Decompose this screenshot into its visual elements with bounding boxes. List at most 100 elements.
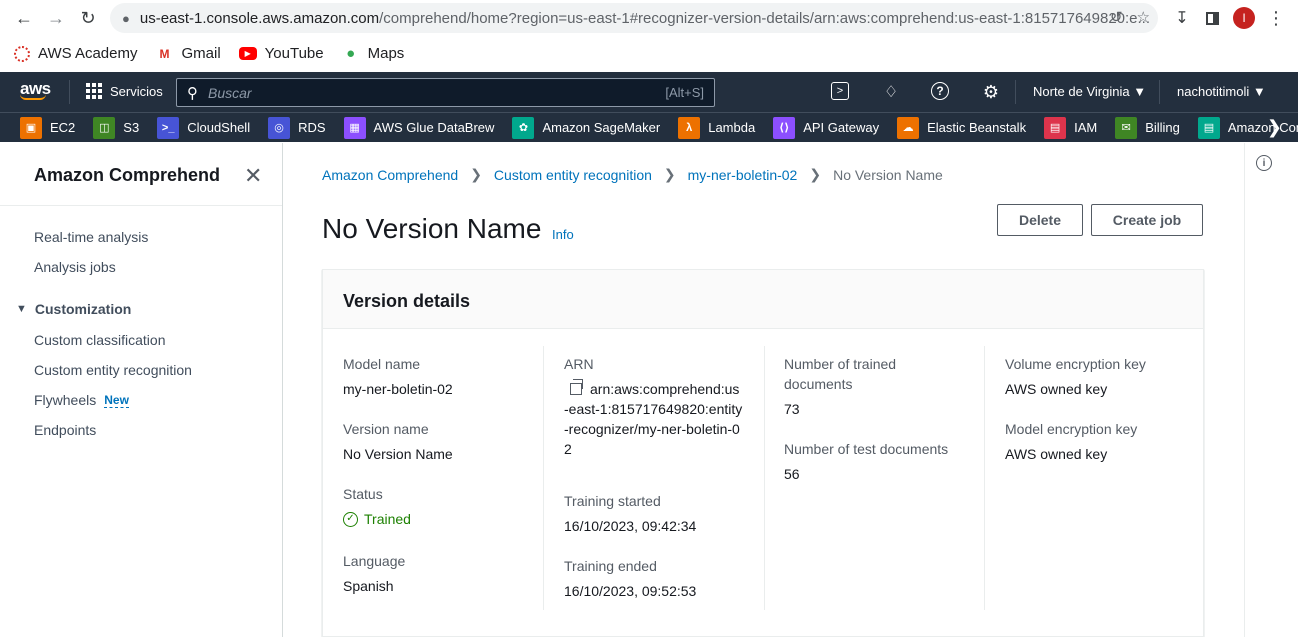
favorite-iam[interactable]: ▤ IAM	[1044, 116, 1097, 139]
trained-docs-value: 73	[784, 401, 800, 417]
nav-analysis-jobs[interactable]: Analysis jobs	[34, 259, 116, 275]
breadcrumb-current: No Version Name	[833, 166, 943, 183]
nav-custom-entity-recognition[interactable]: Custom entity recognition	[34, 362, 192, 378]
side-navigation: Amazon Comprehend ✕ Real-time analysis A…	[0, 143, 283, 637]
language-label: Language	[343, 553, 406, 569]
account-menu[interactable]: nachotitimoli ▼	[1177, 84, 1266, 99]
aws-academy-icon	[14, 45, 30, 62]
breadcrumb-recognizer[interactable]: my-ner-boletin-02	[688, 167, 798, 183]
favorite-amazon-compreh[interactable]: ▤Amazon Compreh	[1197, 116, 1298, 139]
version-name-label: Version name	[343, 421, 429, 437]
nav-section-customization[interactable]: ▼ Customization	[16, 301, 131, 317]
check-circle-icon: ✓	[343, 511, 358, 527]
bookmark-youtube[interactable]: ▶ YouTube	[238, 45, 324, 62]
notifications-bell-icon[interactable]: ♢	[881, 82, 901, 102]
cloudshell-icon[interactable]: >	[831, 82, 849, 100]
service-icon: ▤	[1044, 116, 1067, 139]
share-icon[interactable]: ↺	[1110, 8, 1123, 26]
youtube-icon: ▶	[238, 47, 257, 60]
create-job-button[interactable]: Create job	[1091, 204, 1203, 236]
favorite-aws-glue-databrew[interactable]: ▦ AWS Glue DataBrew	[343, 116, 494, 139]
nav-real-time-analysis[interactable]: Real-time analysis	[34, 229, 148, 245]
nav-custom-classification[interactable]: Custom classification	[34, 332, 166, 348]
chevron-right-icon: ❯	[809, 166, 822, 182]
settings-gear-icon[interactable]: ⚙	[981, 82, 1001, 102]
main-content: Amazon Comprehend ❯ Custom entity recogn…	[284, 143, 1244, 637]
service-icon: ▤	[1197, 116, 1220, 139]
favorite-cloudshell[interactable]: >_ CloudShell	[157, 116, 250, 139]
caret-down-icon: ▼	[16, 303, 27, 315]
training-started-value: 16/10/2023, 09:42:34	[564, 518, 697, 534]
service-icon: ◫	[93, 116, 116, 139]
service-icon: ✿	[512, 116, 535, 139]
service-icon: ▦	[343, 116, 366, 139]
favorite-api-gateway[interactable]: ⟨⟩ API Gateway	[773, 116, 879, 139]
bookmark-aws-academy[interactable]: AWS Academy	[14, 45, 137, 62]
favorite-s3[interactable]: ◫ S3	[93, 116, 139, 139]
help-icon[interactable]: ?	[931, 82, 949, 100]
download-icon[interactable]: ↧	[1172, 6, 1192, 30]
model-key-value: AWS owned key	[1005, 446, 1108, 462]
profile-avatar[interactable]: I	[1232, 6, 1256, 30]
model-key-label: Model encryption key	[1005, 421, 1138, 437]
forward-icon[interactable]: →	[44, 6, 68, 30]
arn-label: ARN	[564, 356, 594, 372]
status-label: Status	[343, 486, 383, 502]
language-value: Spanish	[343, 578, 394, 594]
favorite-ec2[interactable]: ▣ EC2	[20, 116, 75, 139]
url-host: us-east-1.console.aws.amazon.com	[139, 9, 380, 27]
nav-flywheels[interactable]: Flywheels New	[34, 392, 129, 408]
region-selector[interactable]: Norte de Virginia ▼	[1033, 84, 1146, 99]
favorite-lambda[interactable]: λ Lambda	[678, 116, 755, 139]
bookmark-maps[interactable]: ● Maps	[342, 45, 404, 63]
address-bar[interactable]: ● us-east-1.console.aws.amazon.com/compr…	[110, 3, 1158, 33]
model-name-value: my-ner-boletin-02	[343, 381, 453, 397]
search-input[interactable]: ⚲ Buscar [Alt+S]	[176, 78, 715, 107]
caret-down-icon: ▼	[1133, 84, 1147, 99]
back-icon[interactable]: ←	[12, 6, 36, 30]
status-badge: ✓ Trained	[343, 509, 411, 529]
bookmark-star-icon[interactable]: ☆	[1137, 8, 1150, 26]
info-icon[interactable]: i	[1256, 155, 1272, 171]
service-icon: >_	[157, 116, 180, 139]
info-link[interactable]: Info	[552, 227, 574, 242]
reload-icon[interactable]: ↻	[76, 6, 100, 30]
side-panel-icon[interactable]	[1202, 6, 1222, 30]
favorites-bar: ▣ EC2 ◫ S3 >_ CloudShell ◎ RDS ▦ AWS Glue DataBre…	[0, 112, 1298, 142]
right-tools-panel: i	[1244, 143, 1298, 637]
bookmark-gmail[interactable]: M Gmail	[155, 45, 220, 63]
copy-icon[interactable]	[570, 379, 583, 395]
services-grid-icon	[86, 83, 102, 99]
service-icon: ☁	[897, 116, 920, 139]
favorite-elastic-beanstalk[interactable]: ☁ Elastic Beanstalk	[897, 116, 1026, 139]
browser-toolbar: ← → ↻ ● us-east-1.console.aws.amazon.com…	[0, 0, 1298, 36]
breadcrumb-custom-entity-recognition[interactable]: Custom entity recognition	[494, 167, 652, 183]
delete-button[interactable]: Delete	[997, 204, 1083, 236]
aws-logo[interactable]: aws	[20, 79, 51, 100]
new-badge: New	[104, 392, 129, 408]
favorite-billing[interactable]: ✉ Billing	[1115, 116, 1180, 139]
breadcrumb-comprehend[interactable]: Amazon Comprehend	[322, 167, 458, 183]
service-icon: ✉	[1115, 116, 1138, 139]
services-menu-button[interactable]: Servicios	[86, 83, 163, 99]
page-title: No Version Name	[322, 213, 542, 244]
model-name-label: Model name	[343, 356, 421, 372]
volume-key-label: Volume encryption key	[1005, 356, 1146, 372]
breadcrumb: Amazon Comprehend ❯ Custom entity recogn…	[322, 166, 943, 183]
chevron-right-icon[interactable]: ❯	[1267, 117, 1282, 138]
trained-docs-label: Number of trained documents	[784, 356, 897, 392]
service-icon: ◎	[268, 116, 291, 139]
site-info-icon[interactable]: ●	[122, 11, 130, 26]
service-icon: ⟨⟩	[773, 116, 796, 139]
training-ended-value: 16/10/2023, 09:52:53	[564, 583, 697, 599]
favorite-rds[interactable]: ◎ RDS	[268, 116, 326, 139]
volume-key-value: AWS owned key	[1005, 381, 1108, 397]
nav-title[interactable]: Amazon Comprehend	[34, 165, 220, 186]
chevron-right-icon: ❯	[470, 166, 482, 182]
chrome-menu-icon[interactable]: ⋮	[1267, 6, 1285, 30]
favorite-amazon-sagemaker[interactable]: ✿ Amazon SageMaker	[512, 116, 660, 139]
caret-down-icon: ▼	[1252, 84, 1266, 99]
nav-endpoints[interactable]: Endpoints	[34, 422, 96, 438]
close-icon[interactable]: ✕	[244, 163, 262, 189]
panel-title: Version details	[343, 291, 471, 311]
